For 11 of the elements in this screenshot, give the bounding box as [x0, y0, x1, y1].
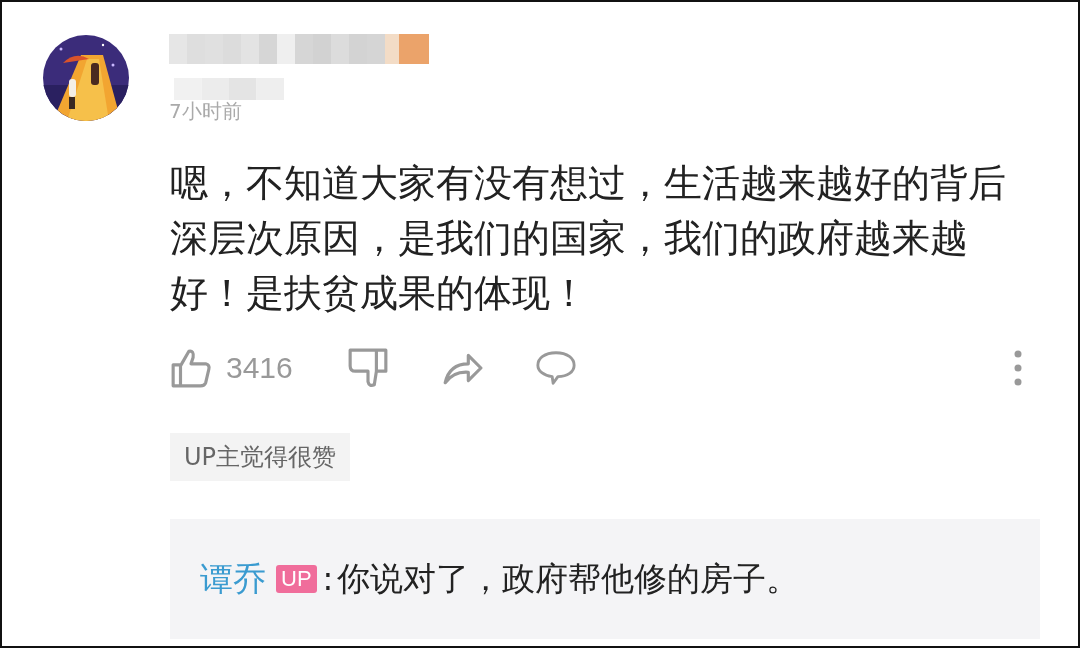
thumbs-down-icon[interactable] — [346, 347, 389, 389]
up-badge: UP — [276, 565, 317, 593]
colon-separator: : — [322, 560, 334, 598]
up-liked-tag: UP主觉得很赞 — [170, 433, 351, 481]
reply-author[interactable]: 谭乔 — [200, 556, 266, 602]
thumbs-up-icon[interactable] — [170, 347, 212, 389]
reply-text: 你说对了，政府帮他修的房子。 — [337, 557, 800, 600]
comment-text: 嗯，不知道大家有没有想过，生活越来越好的背后深层次原因，是我们的国家，我们的政府越来越好！是扶贫成果的体现！ — [170, 160, 1007, 317]
like-count: 3416 — [226, 351, 293, 385]
comment-time: 7小时前 — [169, 100, 243, 122]
more-options-icon[interactable] — [1014, 350, 1022, 386]
